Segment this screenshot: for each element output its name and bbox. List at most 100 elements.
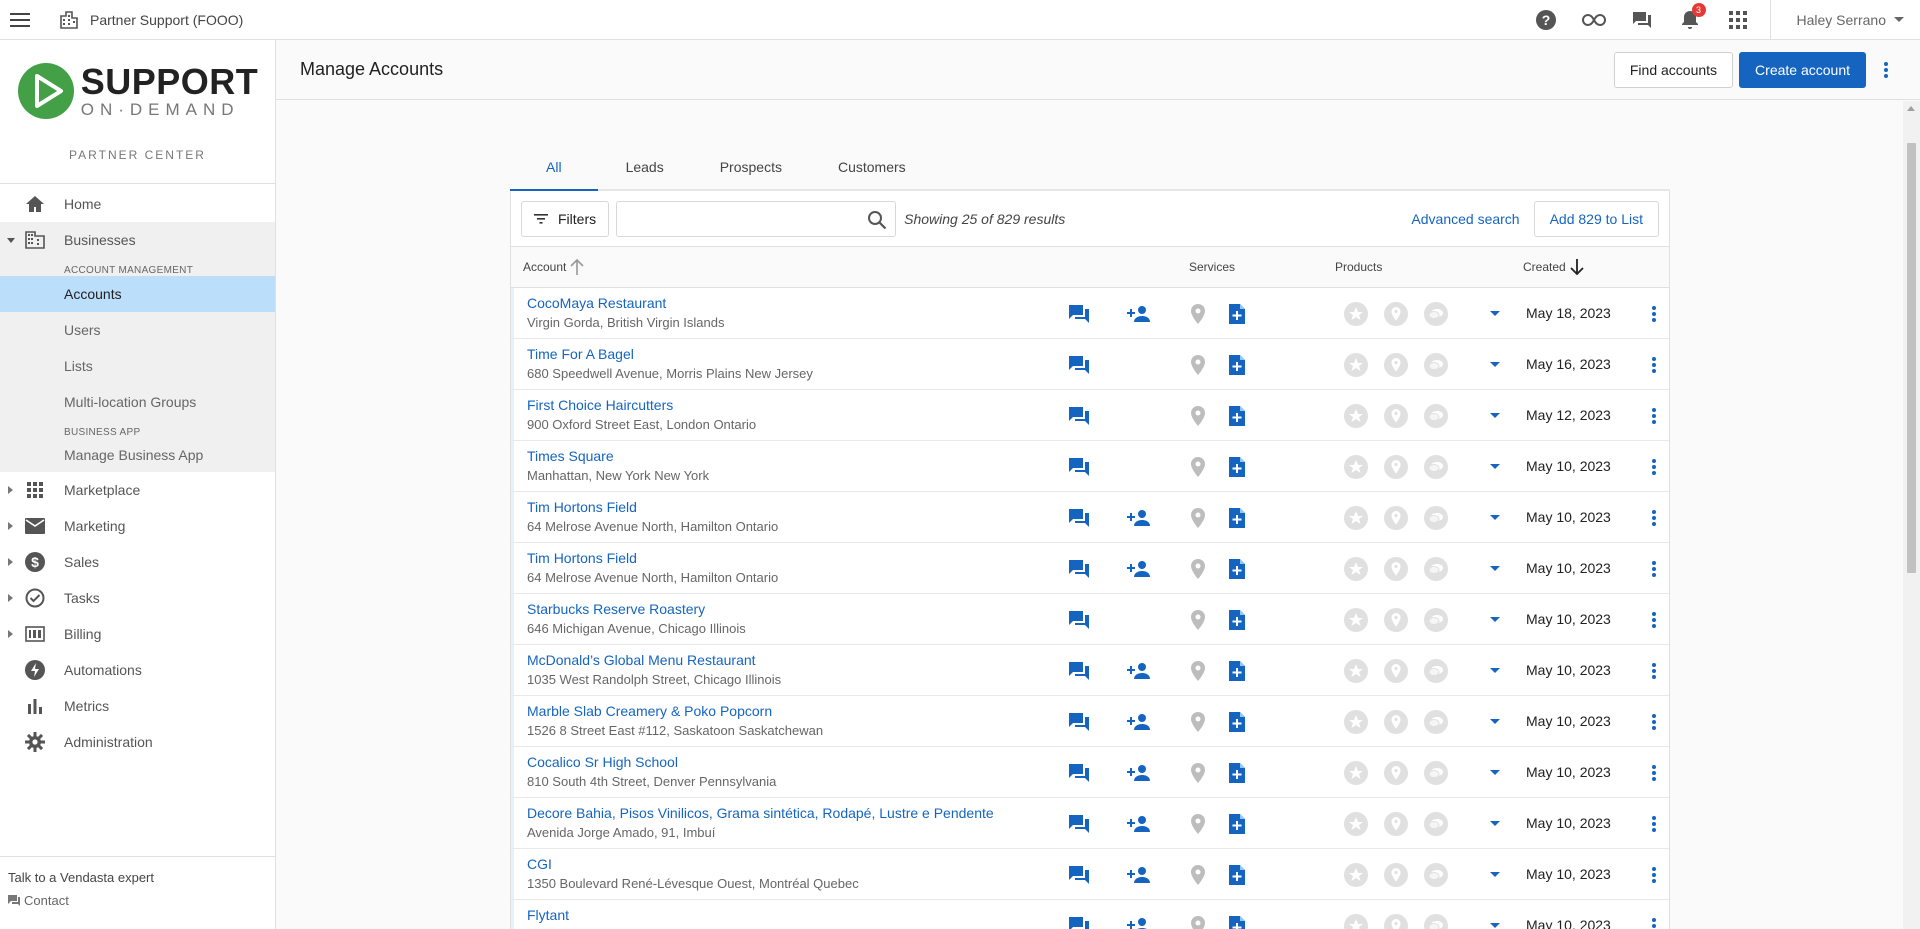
sidebar-item-sales[interactable]: $ Sales [0, 544, 275, 580]
table-row[interactable]: Flytant May 10, 2023 [511, 900, 1669, 929]
add-document-icon[interactable] [1225, 557, 1249, 581]
account-name-link[interactable]: Marble Slab Creamery & Poko Popcorn [527, 703, 772, 719]
star-product-icon[interactable] [1344, 710, 1368, 734]
table-row[interactable]: Tim Hortons Field 64 Melrose Avenue North… [511, 543, 1669, 594]
account-name-link[interactable]: Flytant [527, 907, 569, 923]
sidebar-item-administration[interactable]: Administration [0, 724, 275, 760]
row-more-vert-icon[interactable] [1642, 557, 1666, 581]
listing-product-icon[interactable] [1384, 659, 1408, 683]
column-created[interactable]: Created [1523, 259, 1584, 275]
chat-icon[interactable] [1067, 812, 1091, 836]
chat-icon[interactable] [1067, 353, 1091, 377]
listing-product-icon[interactable] [1384, 608, 1408, 632]
sidebar-item-accounts[interactable]: Accounts [0, 276, 275, 312]
expand-caret-icon[interactable] [1490, 821, 1500, 826]
star-product-icon[interactable] [1344, 659, 1368, 683]
table-row[interactable]: Time For A Bagel 680 Speedwell Avenue, Mo… [511, 339, 1669, 390]
chat-icon[interactable] [1067, 302, 1091, 326]
add-user-icon[interactable] [1127, 659, 1151, 683]
table-row[interactable]: CGI 1350 Boulevard René-Lévesque Ouest, M… [511, 849, 1669, 900]
table-row[interactable]: Cocalico Sr High School 810 South 4th Str… [511, 747, 1669, 798]
star-product-icon[interactable] [1344, 863, 1368, 887]
location-pin-icon[interactable] [1186, 404, 1210, 428]
table-row[interactable]: CocoMaya Restaurant Virgin Gorda, British… [511, 288, 1669, 339]
add-document-icon[interactable] [1225, 608, 1249, 632]
chat-icon[interactable] [1618, 0, 1666, 40]
listing-product-icon[interactable] [1384, 761, 1408, 785]
expand-caret-icon[interactable] [1490, 719, 1500, 724]
row-more-vert-icon[interactable] [1642, 302, 1666, 326]
add-document-icon[interactable] [1225, 710, 1249, 734]
infinity-icon[interactable] [1570, 0, 1618, 40]
row-more-vert-icon[interactable] [1642, 608, 1666, 632]
add-user-icon[interactable] [1127, 863, 1151, 887]
chat-icon[interactable] [1067, 557, 1091, 581]
listing-product-icon[interactable] [1384, 863, 1408, 887]
sidebar-item-businesses[interactable]: Businesses [0, 222, 275, 258]
location-pin-icon[interactable] [1186, 761, 1210, 785]
account-name-link[interactable]: CocoMaya Restaurant [527, 295, 666, 311]
chat-icon[interactable] [1067, 761, 1091, 785]
help-icon[interactable]: ? [1522, 0, 1570, 40]
star-product-icon[interactable] [1344, 506, 1368, 530]
add-user-icon[interactable] [1127, 710, 1151, 734]
location-pin-icon[interactable] [1186, 455, 1210, 479]
chat-icon[interactable] [1067, 506, 1091, 530]
social-product-icon[interactable] [1424, 557, 1448, 581]
social-product-icon[interactable] [1424, 710, 1448, 734]
account-name-link[interactable]: Tim Hortons Field [527, 499, 637, 515]
social-product-icon[interactable] [1424, 659, 1448, 683]
listing-product-icon[interactable] [1384, 914, 1408, 929]
expand-caret-icon[interactable] [1490, 872, 1500, 877]
add-document-icon[interactable] [1225, 506, 1249, 530]
location-pin-icon[interactable] [1186, 812, 1210, 836]
social-product-icon[interactable] [1424, 812, 1448, 836]
add-document-icon[interactable] [1225, 863, 1249, 887]
add-user-icon[interactable] [1127, 557, 1151, 581]
location-pin-icon[interactable] [1186, 863, 1210, 887]
location-pin-icon[interactable] [1186, 353, 1210, 377]
star-product-icon[interactable] [1344, 914, 1368, 929]
account-name-link[interactable]: Tim Hortons Field [527, 550, 637, 566]
location-pin-icon[interactable] [1186, 710, 1210, 734]
location-pin-icon[interactable] [1186, 914, 1210, 929]
create-account-button[interactable]: Create account [1739, 51, 1866, 88]
add-user-icon[interactable] [1127, 914, 1151, 929]
expand-caret-icon[interactable] [1490, 770, 1500, 775]
star-product-icon[interactable] [1344, 353, 1368, 377]
location-pin-icon[interactable] [1186, 608, 1210, 632]
row-more-vert-icon[interactable] [1642, 659, 1666, 683]
star-product-icon[interactable] [1344, 302, 1368, 326]
location-pin-icon[interactable] [1186, 557, 1210, 581]
sidebar-item-marketing[interactable]: Marketing [0, 508, 275, 544]
sidebar-item-home[interactable]: Home [0, 186, 275, 222]
table-row[interactable]: McDonald’s Global Menu Restaurant 1035 We… [511, 645, 1669, 696]
social-product-icon[interactable] [1424, 761, 1448, 785]
sidebar-item-marketplace[interactable]: Marketplace [0, 472, 275, 508]
add-document-icon[interactable] [1225, 404, 1249, 428]
row-more-vert-icon[interactable] [1642, 506, 1666, 530]
account-name-link[interactable]: Time For A Bagel [527, 346, 634, 362]
add-document-icon[interactable] [1225, 659, 1249, 683]
row-more-vert-icon[interactable] [1642, 353, 1666, 377]
row-more-vert-icon[interactable] [1642, 914, 1666, 929]
table-row[interactable]: Starbucks Reserve Roastery 646 Michigan A… [511, 594, 1669, 645]
social-product-icon[interactable] [1424, 608, 1448, 632]
sidebar-item-lists[interactable]: Lists [0, 348, 275, 384]
table-row[interactable]: First Choice Haircutters 900 Oxford Stree… [511, 390, 1669, 441]
sidebar-item-billing[interactable]: Billing [0, 616, 275, 652]
advanced-search-link[interactable]: Advanced search [1411, 211, 1519, 227]
vertical-scrollbar[interactable] [1903, 101, 1920, 929]
account-name-link[interactable]: Times Square [527, 448, 614, 464]
star-product-icon[interactable] [1344, 812, 1368, 836]
social-product-icon[interactable] [1424, 353, 1448, 377]
menu-icon[interactable] [0, 0, 40, 40]
account-name-link[interactable]: Starbucks Reserve Roastery [527, 601, 705, 617]
sidebar-item-automations[interactable]: Automations [0, 652, 275, 688]
contact-link[interactable]: Contact [8, 893, 275, 908]
scroll-up-arrow-icon[interactable] [1907, 106, 1915, 111]
column-account[interactable]: Account [523, 259, 584, 275]
listing-product-icon[interactable] [1384, 353, 1408, 377]
find-accounts-button[interactable]: Find accounts [1613, 51, 1734, 88]
expand-caret-icon[interactable] [1490, 617, 1500, 622]
